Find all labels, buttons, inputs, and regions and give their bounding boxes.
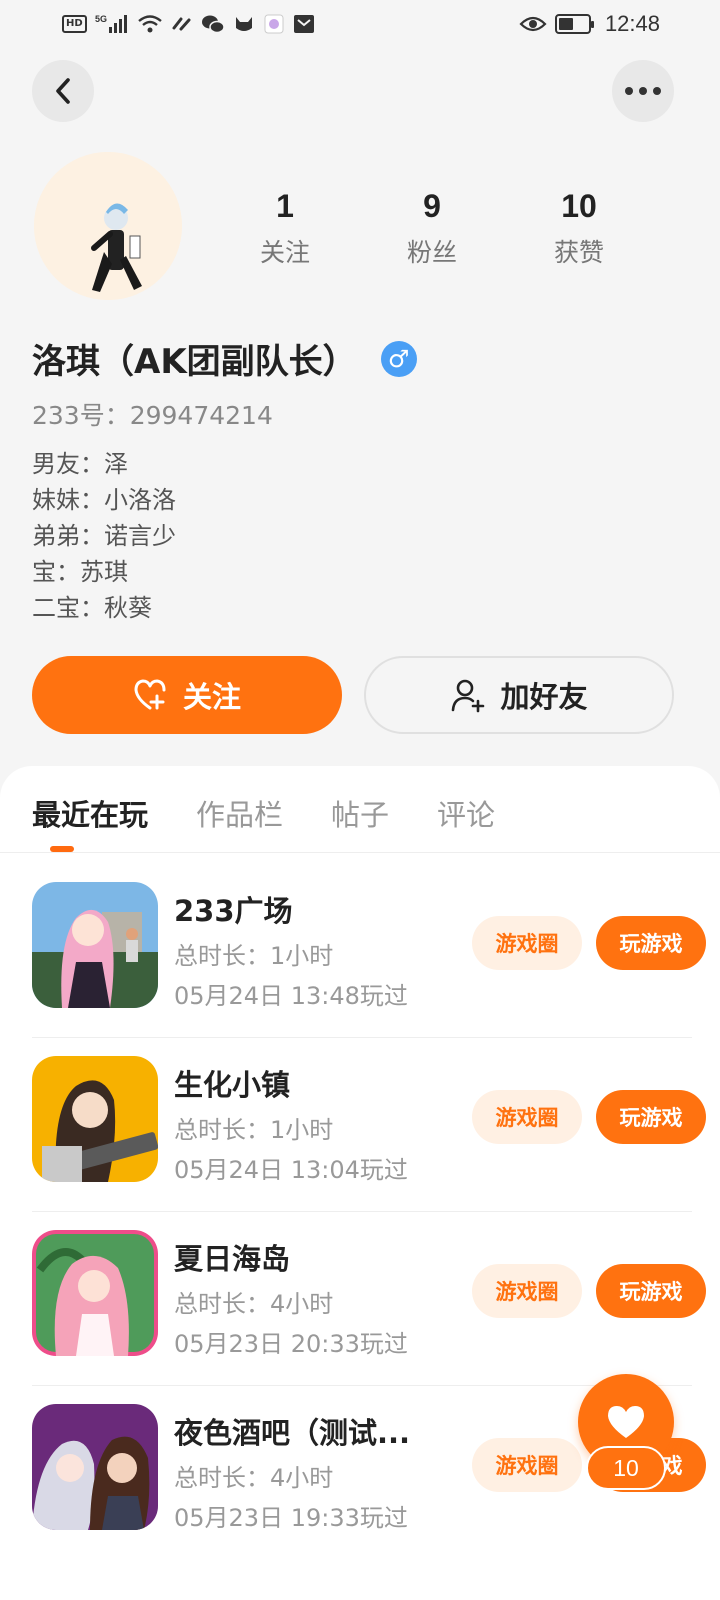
tab-works[interactable]: 作品栏 — [196, 792, 283, 834]
game-last-played: 05月24日 13:48玩过 — [174, 982, 408, 1010]
profile-tabs: 最近在玩 作品栏 帖子 评论 — [32, 792, 495, 834]
tab-comments[interactable]: 评论 — [437, 792, 495, 834]
game-last-played: 05月23日 19:33玩过 — [174, 1504, 408, 1532]
list-item[interactable]: 夏日海岛 总时长：4小时 05月23日 20:33玩过 游戏圈 玩游戏 — [32, 1212, 706, 1386]
wechat-icon — [201, 12, 225, 36]
play-game-button[interactable]: 玩游戏 — [596, 1090, 706, 1144]
eye-icon — [519, 12, 547, 36]
stat-following-value: 1 — [276, 188, 294, 224]
stat-following-label: 关注 — [259, 238, 310, 267]
status-bar: HD 5G 12:48 — [0, 0, 720, 48]
game-circle-button[interactable]: 游戏圈 — [472, 1264, 582, 1318]
name-row: 洛琪（AK团副队长） ♂ — [32, 334, 417, 383]
game-duration: 总时长：4小时 — [174, 1464, 334, 1492]
signal-label: 5G — [95, 14, 107, 24]
status-time: 12:48 — [604, 11, 660, 36]
wifi-icon — [137, 12, 163, 36]
game-icon-233-plaza[interactable] — [32, 882, 158, 1008]
stat-likes[interactable]: 10 获赞 — [506, 188, 652, 269]
heart-plus-icon — [134, 679, 166, 710]
avatar[interactable] — [34, 152, 182, 300]
play-game-button[interactable]: 玩游戏 — [596, 1264, 706, 1318]
bio-line: 男友：泽 — [32, 450, 128, 478]
tab-recently-played[interactable]: 最近在玩 — [32, 792, 148, 834]
game-duration: 总时长：4小时 — [174, 1290, 334, 1318]
game-icon-night-bar[interactable] — [32, 1404, 158, 1530]
stat-likes-value: 10 — [561, 188, 597, 224]
bio-line: 二宝：秋葵 — [32, 594, 152, 622]
like-count-badge: 10 — [586, 1446, 666, 1490]
signal-icon: 5G — [95, 12, 129, 36]
tab-posts[interactable]: 帖子 — [331, 792, 389, 834]
stat-fans[interactable]: 9 粉丝 — [359, 188, 505, 269]
battery-icon — [554, 14, 594, 34]
play-game-button[interactable]: 玩游戏 — [596, 916, 706, 970]
heart-icon — [608, 1406, 644, 1438]
stat-likes-label: 获赞 — [553, 238, 604, 267]
list-item[interactable]: 生化小镇 总时长：1小时 05月24日 13:04玩过 游戏圈 玩游戏 — [32, 1038, 706, 1212]
battery-fill — [558, 18, 573, 30]
list-item[interactable]: 233广场 总时长：1小时 05月24日 13:48玩过 游戏圈 玩游戏 — [32, 864, 706, 1038]
follow-button[interactable]: 关注 — [32, 656, 342, 734]
game-title: 夜色酒吧（测试... — [174, 1416, 411, 1450]
game-last-played: 05月24日 13:04玩过 — [174, 1156, 408, 1184]
add-friend-button[interactable]: 加好友 — [364, 656, 674, 734]
profile-stats: 1 关注 9 粉丝 10 获赞 — [212, 188, 652, 269]
game-icon-summer-island[interactable] — [32, 1230, 158, 1356]
status-left: HD 5G — [62, 12, 315, 36]
avatar-character-icon — [34, 152, 182, 300]
follow-button-label: 关注 — [182, 680, 241, 714]
bio-line: 弟弟：诺言少 — [32, 522, 176, 550]
hd-badge: HD — [62, 15, 87, 33]
add-user-icon — [452, 679, 485, 713]
game-duration: 总时长：1小时 — [174, 942, 334, 970]
game-circle-button[interactable]: 游戏圈 — [472, 1438, 582, 1492]
add-friend-button-label: 加好友 — [500, 680, 588, 714]
game-title: 233广场 — [174, 894, 293, 928]
bio-line: 妹妹：小洛洛 — [32, 486, 176, 514]
profile-name: 洛琪（AK团副队长） — [32, 342, 357, 382]
stat-following[interactable]: 1 关注 — [212, 188, 358, 269]
game-title: 生化小镇 — [174, 1068, 291, 1102]
link-icon — [171, 12, 193, 36]
back-button[interactable] — [32, 60, 94, 122]
status-right: 12:48 — [519, 11, 660, 37]
male-gender-icon: ♂ — [380, 340, 417, 377]
game-last-played: 05月23日 20:33玩过 — [174, 1330, 408, 1358]
game-title: 夏日海岛 — [174, 1242, 291, 1276]
game-duration: 总时长：1小时 — [174, 1116, 334, 1144]
divider — [0, 852, 720, 853]
app-notification-icon — [263, 12, 285, 36]
game-circle-button[interactable]: 游戏圈 — [472, 916, 582, 970]
message-icon — [293, 12, 315, 36]
bio-line: 宝：苏琪 — [32, 558, 128, 586]
cat-icon — [233, 12, 255, 36]
game-circle-button[interactable]: 游戏圈 — [472, 1090, 582, 1144]
more-button[interactable] — [612, 60, 674, 122]
game-icon-biochem-town[interactable] — [32, 1056, 158, 1182]
chevron-left-icon — [56, 78, 70, 104]
more-dots-icon — [625, 87, 661, 95]
stat-fans-label: 粉丝 — [406, 238, 457, 267]
stat-fans-value: 9 — [423, 188, 441, 224]
bio: 男友：泽 妹妹：小洛洛 弟弟：诺言少 宝：苏琪 二宝：秋葵 — [32, 446, 176, 626]
user-id[interactable]: 233号：299474214 — [32, 396, 273, 432]
